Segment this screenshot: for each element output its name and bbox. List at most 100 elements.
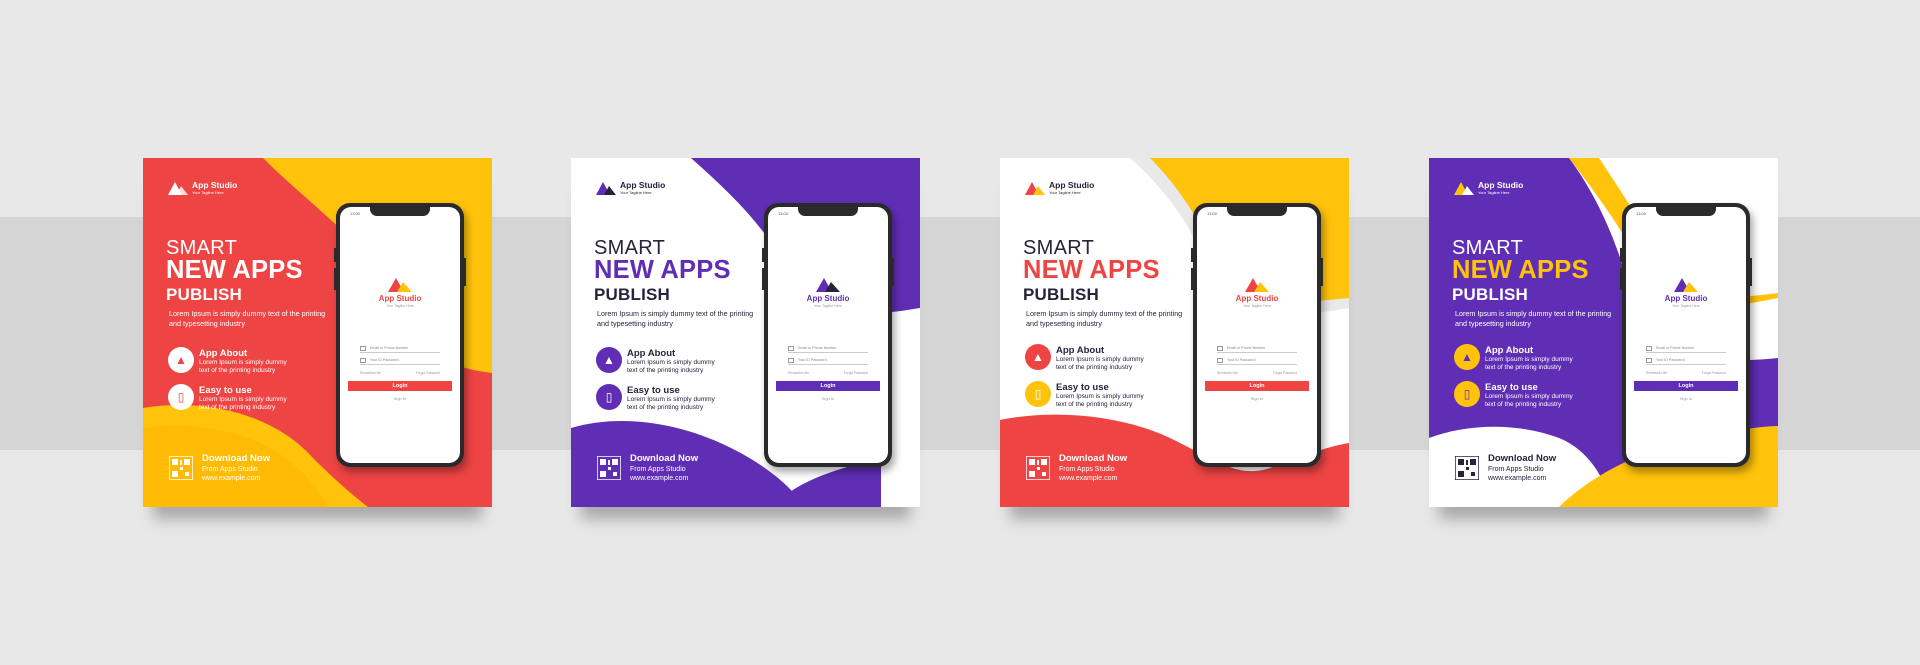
feature-easy-to-use: ▯ Easy to use Lorem Ipsum is simply dumm…: [168, 384, 299, 412]
logo-icon: [596, 182, 616, 195]
download-block[interactable]: Download Now From Apps Studio www.exampl…: [169, 454, 270, 482]
download-block[interactable]: Download Now From Apps Studio www.exampl…: [1455, 454, 1556, 482]
headline-line2: NEW APPS: [1023, 256, 1160, 284]
headline-line1: SMART: [594, 237, 666, 259]
password-field[interactable]: Your ID Password: [1217, 357, 1297, 365]
phone-screen: 13:00 App Studio Your Tagline Here Email…: [1197, 207, 1317, 463]
app-promo-card-white-red: App Studio Your Tagline Here SMART NEW A…: [1000, 158, 1349, 507]
download-subtitle: From Apps Studio: [202, 465, 258, 473]
forgot-password-link[interactable]: Forgot Password: [844, 371, 868, 375]
feature-title: Easy to use: [1485, 382, 1538, 393]
feature-title: App About: [627, 348, 676, 359]
screen-brand: App Studio: [806, 294, 850, 303]
status-time: 13:00: [1207, 211, 1218, 216]
remember-me-checkbox[interactable]: Remember Me: [788, 371, 809, 375]
feature-title: Easy to use: [199, 385, 252, 396]
forgot-password-link[interactable]: Forgot Password: [1702, 371, 1726, 375]
download-block[interactable]: Download Now From Apps Studio www.exampl…: [1026, 454, 1127, 482]
screen-tagline: Your Tagline Here: [386, 304, 414, 308]
brand-tagline: Your Tagline Here: [192, 189, 224, 195]
email-field[interactable]: Email or Phone Number: [1217, 345, 1297, 353]
password-field[interactable]: Your ID Password: [360, 357, 440, 365]
forgot-password-link[interactable]: Forgot Password: [416, 371, 440, 375]
screen-tagline: Your Tagline Here: [1243, 304, 1271, 308]
download-url[interactable]: www.example.com: [630, 475, 698, 482]
download-url[interactable]: www.example.com: [1488, 475, 1556, 482]
download-title: Download Now: [1059, 453, 1128, 464]
logo-icon: [816, 278, 840, 292]
brand-tagline: Your Tagline Here: [1478, 189, 1510, 195]
screen-tagline: Your Tagline Here: [1672, 304, 1700, 308]
login-button[interactable]: Login: [776, 381, 880, 391]
headline-line1: SMART: [1023, 237, 1095, 259]
feature-title: App About: [1056, 345, 1105, 356]
phone-mockup: 13:00 App Studio Your Tagline Here Email…: [334, 203, 466, 467]
phone-mockup: 13:00 App Studio Your Tagline Here Email…: [1620, 203, 1752, 467]
screen-brand: App Studio: [1235, 294, 1279, 303]
download-url[interactable]: www.example.com: [1059, 475, 1127, 482]
logo-icon: [1454, 182, 1474, 195]
sign-in-link[interactable]: Sign In: [1197, 396, 1317, 401]
login-button[interactable]: Login: [1205, 381, 1309, 391]
phone-screen: 13:00 App Studio Your Tagline Here Email…: [768, 207, 888, 463]
logo-icon: [1245, 278, 1269, 292]
remember-me-checkbox[interactable]: Remember Me: [360, 371, 381, 375]
download-subtitle: From Apps Studio: [1059, 465, 1115, 473]
chart-icon: ▲: [1025, 344, 1051, 370]
feature-easy-to-use: ▯ Easy to use Lorem Ipsum is simply dumm…: [1454, 381, 1585, 409]
download-subtitle: From Apps Studio: [630, 465, 686, 473]
download-title: Download Now: [1488, 453, 1557, 464]
feature-text: Lorem Ipsum is simply dummy text of the …: [1056, 356, 1144, 371]
remember-row: Remember Me Forgot Password: [788, 371, 868, 375]
feature-title: Easy to use: [1056, 382, 1109, 393]
chart-icon: ▲: [596, 347, 622, 373]
sign-in-link[interactable]: Sign In: [340, 396, 460, 401]
headline-line3: PUBLISH: [594, 285, 671, 304]
phone-screen: 13:00 App Studio Your Tagline Here Email…: [340, 207, 460, 463]
brand-logo: App Studio Your Tagline Here: [167, 181, 237, 195]
headline-line2: NEW APPS: [594, 256, 731, 284]
status-time: 13:00: [778, 211, 789, 216]
phone-screen: 13:00 App Studio Your Tagline Here Email…: [1626, 207, 1746, 463]
remember-me-checkbox[interactable]: Remember Me: [1217, 371, 1238, 375]
feature-app-about: ▲ App About Lorem Ipsum is simply dummy …: [1454, 344, 1585, 372]
description: Lorem Ipsum is simply dummy text of the …: [1026, 309, 1183, 328]
email-field[interactable]: Email or Phone Number: [360, 345, 440, 353]
headline-line3: PUBLISH: [166, 285, 243, 304]
app-promo-card-purple: App Studio Your Tagline Here SMART NEW A…: [571, 158, 920, 507]
email-field[interactable]: Email or Phone Number: [788, 345, 868, 353]
logo-icon: [168, 182, 188, 195]
feature-app-about: ▲ App About Lorem Ipsum is simply dummy …: [168, 347, 299, 375]
qr-code-icon: [169, 455, 193, 480]
brand-name: App Studio: [620, 180, 666, 191]
feature-title: Easy to use: [627, 385, 680, 396]
download-url[interactable]: www.example.com: [202, 475, 270, 482]
feature-app-about: ▲ App About Lorem Ipsum is simply dummy …: [596, 347, 727, 375]
screen-brand: App Studio: [378, 294, 422, 303]
feature-easy-to-use: ▯ Easy to use Lorem Ipsum is simply dumm…: [1025, 381, 1156, 409]
password-field[interactable]: Your ID Password: [788, 357, 868, 365]
qr-code-icon: [1455, 455, 1479, 480]
download-subtitle: From Apps Studio: [1488, 465, 1544, 473]
email-field[interactable]: Email or Phone Number: [1646, 345, 1726, 353]
screen-logo: App Studio Your Tagline Here: [1626, 277, 1746, 308]
brand-tagline: Your Tagline Here: [1049, 189, 1081, 195]
headline-line3: PUBLISH: [1023, 285, 1100, 304]
password-field[interactable]: Your ID Password: [1646, 357, 1726, 365]
download-block[interactable]: Download Now From Apps Studio www.exampl…: [597, 454, 698, 482]
phone-icon: ▯: [1454, 381, 1480, 407]
sign-in-link[interactable]: Sign In: [1626, 396, 1746, 401]
app-promo-card-purple-yellow: App Studio Your Tagline Here SMART NEW A…: [1429, 158, 1778, 507]
remember-me-checkbox[interactable]: Remember Me: [1646, 371, 1667, 375]
brand-logo: App Studio Your Tagline Here: [1024, 181, 1094, 195]
headline-line2: NEW APPS: [166, 256, 303, 284]
login-button[interactable]: Login: [348, 381, 452, 391]
sign-in-link[interactable]: Sign In: [768, 396, 888, 401]
brand-name: App Studio: [192, 180, 238, 191]
screen-tagline: Your Tagline Here: [814, 304, 842, 308]
feature-text: Lorem Ipsum is simply dummy text of the …: [199, 396, 287, 411]
forgot-password-link[interactable]: Forgot Password: [1273, 371, 1297, 375]
feature-app-about: ▲ App About Lorem Ipsum is simply dummy …: [1025, 344, 1156, 372]
login-button[interactable]: Login: [1634, 381, 1738, 391]
description: Lorem Ipsum is simply dummy text of the …: [1455, 309, 1612, 328]
